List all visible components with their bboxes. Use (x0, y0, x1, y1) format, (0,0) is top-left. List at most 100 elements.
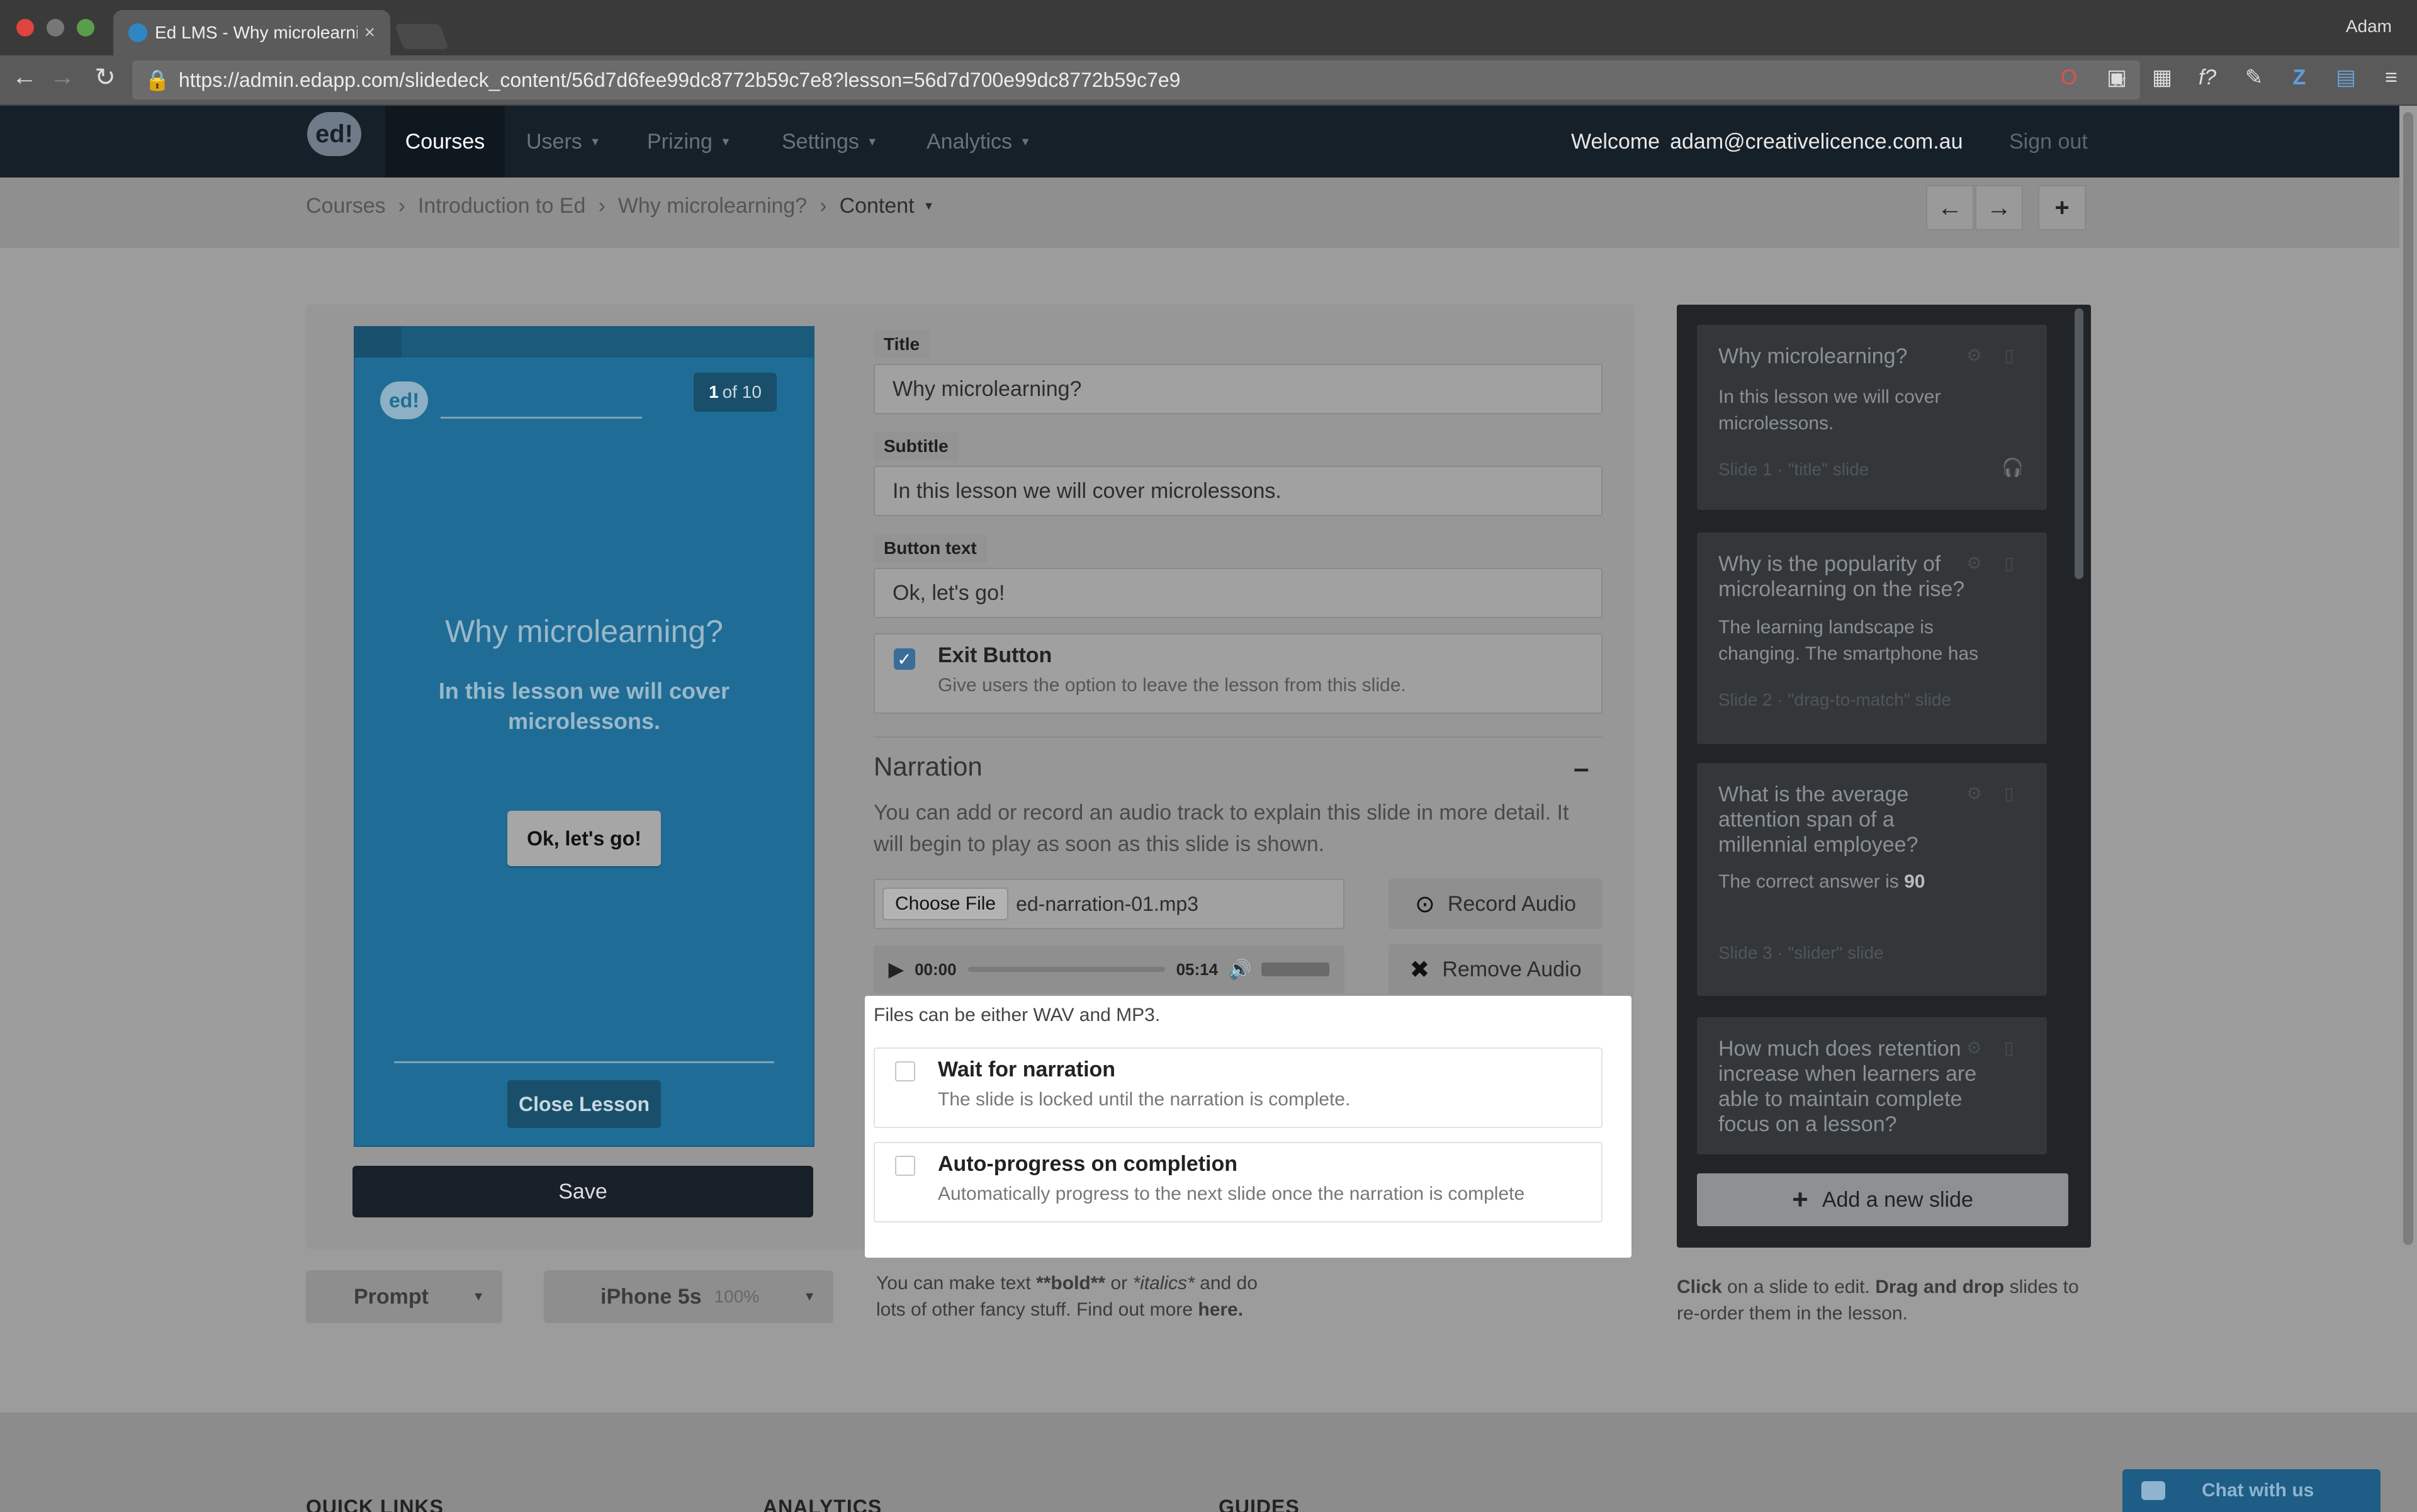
slide-card[interactable]: What is the average attention span of a … (1697, 763, 2047, 996)
save-button[interactable]: Save (352, 1166, 813, 1217)
reload-icon[interactable]: ↻ (89, 63, 121, 92)
close-window-icon[interactable] (16, 19, 34, 37)
page-scrollbar[interactable] (2399, 106, 2417, 1413)
remove-audio-button[interactable]: ✖ Remove Audio (1389, 944, 1603, 995)
orientation-select[interactable]: Prompt ▼ (306, 1270, 502, 1323)
opera-extension-icon[interactable]: O (2054, 63, 2083, 92)
play-icon[interactable]: ▶ (889, 959, 903, 981)
add-new-slide-button[interactable]: + Add a new slide (1697, 1173, 2068, 1226)
slide-answer: The correct answer is 90 (1718, 869, 1995, 895)
lock-icon: 🔒 (145, 69, 170, 91)
next-slide-button[interactable]: → (1975, 185, 2023, 230)
chevron-down-icon[interactable]: ▼ (923, 200, 935, 213)
settings-icon[interactable]: ⚙ (1966, 553, 1982, 573)
collapse-icon[interactable]: – (1574, 753, 1589, 784)
button-text-input[interactable]: Ok, let's go! (874, 568, 1603, 618)
breadcrumb-courses[interactable]: Courses (306, 194, 386, 218)
title-input[interactable]: Why microlearning? (874, 364, 1603, 414)
audio-seek-bar[interactable] (967, 967, 1165, 972)
chevron-down-icon: ▼ (1020, 135, 1031, 148)
subtitle-label: Subtitle (874, 432, 959, 461)
breadcrumb-content[interactable]: Content (840, 194, 915, 218)
volume-icon[interactable]: 🔊 (1228, 959, 1251, 981)
nav-settings[interactable]: Settings ▼ (782, 106, 878, 178)
preview-close-lesson-button[interactable]: Close Lesson (507, 1080, 661, 1128)
add-new-slide-label: Add a new slide (1822, 1187, 1973, 1212)
title-label: Title (874, 330, 930, 359)
slide-list-help: Click on a slide to edit. Drag and drop … (1677, 1274, 2105, 1327)
previous-slide-button[interactable]: ← (1926, 185, 1974, 230)
slide-question: How much does retention increase when le… (1718, 1037, 1977, 1136)
new-tab-button[interactable] (394, 24, 449, 49)
slide-answer: In this lesson we will cover microlesson… (1718, 386, 1941, 434)
narration-file-input: Choose File ed-narration-01.mp3 (874, 879, 1344, 929)
slide-card[interactable]: Why is the popularity of microlearning o… (1697, 533, 2047, 744)
ed-logo[interactable]: ed! (307, 112, 361, 156)
markdown-bold-example: **bold** (1036, 1273, 1106, 1294)
browser-tab[interactable]: Ed LMS - Why microlearning? × (113, 10, 390, 55)
menu-icon[interactable]: ≡ (2377, 63, 2406, 92)
extension-icon[interactable]: ▣ (2102, 63, 2131, 92)
nav-users[interactable]: Users ▼ (526, 106, 601, 178)
settings-icon[interactable]: ⚙ (1966, 345, 1982, 366)
formula-extension-icon[interactable]: f? (2193, 63, 2222, 92)
address-bar[interactable]: 🔒 https://admin.edapp.com/slidedeck_cont… (132, 60, 2140, 99)
audio-duration: 05:14 (1176, 959, 1219, 979)
eyedropper-extension-icon[interactable]: ✎ (2240, 63, 2268, 92)
settings-icon[interactable]: ⚙ (1966, 1037, 1982, 1058)
slide-list-help-text: on a slide to edit. (1721, 1277, 1876, 1297)
maximize-window-icon[interactable] (77, 19, 94, 37)
forward-icon[interactable]: → (47, 63, 78, 91)
tab-close-icon[interactable]: × (364, 22, 375, 43)
nav-courses[interactable]: Courses (385, 106, 505, 178)
record-audio-button[interactable]: ⊙ Record Audio (1389, 879, 1603, 929)
chevron-down-icon: ▼ (472, 1289, 485, 1304)
exit-button-description: Give users the option to leave the lesso… (938, 675, 1406, 696)
slide-list-scrollbar[interactable] (2075, 308, 2083, 579)
wait-for-narration-checkbox[interactable] (895, 1061, 915, 1081)
auto-progress-title: Auto-progress on completion (938, 1152, 1237, 1176)
nav-analytics[interactable]: Analytics ▼ (927, 106, 1031, 178)
zotero-extension-icon[interactable]: Z (2285, 63, 2314, 92)
nav-prizing[interactable]: Prizing ▼ (647, 106, 731, 178)
exit-button-checkbox[interactable]: ✓ (894, 648, 915, 670)
trash-icon[interactable]: ▯ (2004, 553, 2014, 573)
settings-icon[interactable]: ⚙ (1966, 783, 1982, 804)
volume-slider[interactable] (1261, 962, 1329, 976)
chat-widget-button[interactable]: Chat with us (2122, 1469, 2380, 1512)
slide-counter-current: 1 (709, 382, 719, 402)
exit-button-title: Exit Button (938, 643, 1052, 667)
orientation-value: Prompt (354, 1284, 429, 1309)
slide-card[interactable]: How much does retention increase when le… (1697, 1017, 2047, 1154)
device-value: iPhone 5s (600, 1284, 702, 1309)
welcome-label: Welcome (1571, 129, 1660, 154)
calendar-extension-icon[interactable]: ▦ (2148, 63, 2177, 92)
trash-icon[interactable]: ▯ (2004, 783, 2014, 804)
profile-name[interactable]: Adam (2346, 16, 2392, 37)
slide-card[interactable]: Why microlearning? In this lesson we wil… (1697, 325, 2047, 510)
subtitle-input[interactable]: In this lesson we will cover microlesson… (874, 466, 1603, 516)
breadcrumb-lesson[interactable]: Why microlearning? (618, 194, 807, 218)
trash-icon[interactable]: ▯ (2004, 345, 2014, 366)
preview-divider (394, 1061, 774, 1063)
breadcrumb-separator: › (820, 193, 827, 218)
breadcrumb-course[interactable]: Introduction to Ed (418, 194, 586, 218)
add-button[interactable]: + (2038, 185, 2086, 230)
back-icon[interactable]: ← (9, 63, 40, 91)
device-select[interactable]: iPhone 5s 100% ▼ (544, 1270, 833, 1323)
extension-icon-2[interactable]: ▤ (2331, 63, 2360, 92)
section-divider (874, 736, 1603, 738)
auto-progress-checkbox[interactable] (895, 1156, 915, 1176)
slide-question: Why is the popularity of microlearning o… (1718, 552, 1965, 601)
record-audio-label: Record Audio (1447, 891, 1576, 916)
trash-icon[interactable]: ▯ (2004, 1037, 2014, 1058)
slide-counter-total: of 10 (722, 382, 762, 402)
choose-file-button[interactable]: Choose File (882, 888, 1009, 920)
minimize-window-icon[interactable] (47, 19, 64, 37)
preview-start-button[interactable]: Ok, let's go! (507, 811, 661, 866)
breadcrumb: Courses › Introduction to Ed › Why micro… (306, 178, 934, 234)
chat-bubble-icon (2141, 1481, 2165, 1500)
nav-prizing-label: Prizing (647, 129, 713, 154)
sign-out-link[interactable]: Sign out (2009, 106, 2088, 178)
markdown-help-link[interactable]: here. (1198, 1299, 1243, 1320)
